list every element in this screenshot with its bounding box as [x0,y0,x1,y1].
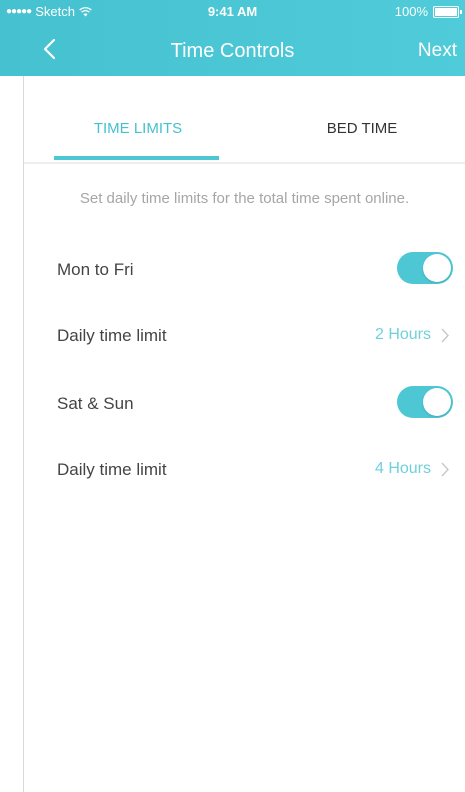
battery-percent: 100% [394,4,428,19]
battery-icon [433,5,462,18]
toggle-knob [423,254,451,282]
weekend-limit-value[interactable]: 4 Hours [375,460,449,478]
limit-label: Daily time limit [57,326,167,345]
status-right: 100% [394,4,462,19]
app-header: ●●●●● Sketch 9:41 AM 100% Time Controls … [0,0,465,76]
chevron-right-icon [441,462,449,476]
tab-bar: TIME LIMITS BED TIME [24,76,465,164]
weekdays-limit-value[interactable]: 2 Hours [375,326,449,344]
limit-value: 2 Hours [374,326,431,343]
nav-bar: Time Controls Next [0,22,465,76]
active-tab-indicator [54,156,219,160]
status-bar: ●●●●● Sketch 9:41 AM 100% [0,0,465,22]
weekend-toggle[interactable] [397,386,453,418]
weekdays-toggle[interactable] [397,252,453,284]
schedule-label: Sat & Sun [57,394,134,413]
page-title: Time Controls [170,40,295,62]
limit-value: 4 Hours [374,460,431,477]
next-button[interactable]: Next [418,40,457,62]
limit-row-weekend[interactable]: Daily time limit 4 Hours [24,450,465,490]
toggle-knob [423,388,451,416]
schedule-row-weekend: Sat & Sun [24,384,465,424]
schedule-label: Mon to Fri [57,260,134,279]
tab-time-limits[interactable]: TIME LIMITS [58,120,218,137]
tab-bed-time[interactable]: BED TIME [282,120,442,137]
hint-text: Set daily time limits for the total time… [79,190,410,207]
schedule-row-weekdays: Mon to Fri [24,250,465,290]
chevron-right-icon [441,328,449,342]
limit-row-weekdays[interactable]: Daily time limit 2 Hours [24,316,465,356]
limit-label: Daily time limit [57,460,167,479]
